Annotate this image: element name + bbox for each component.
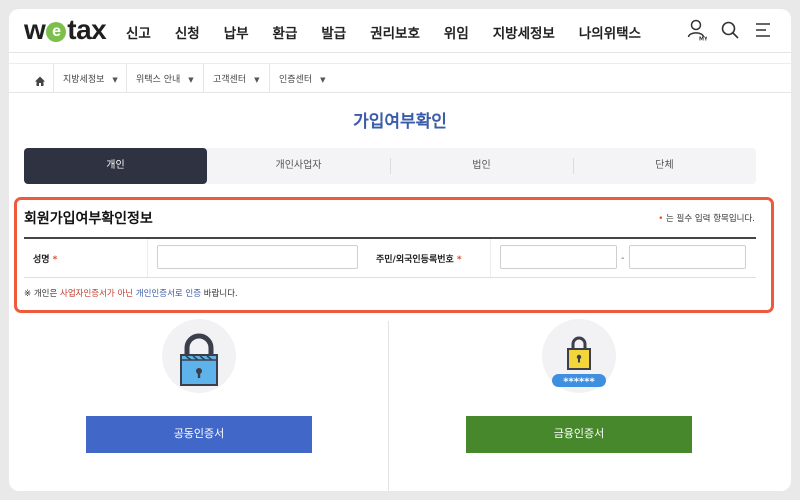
- nav-item-refund[interactable]: 환급: [273, 22, 298, 42]
- notice-blue-text: 개인인증서로 인증: [133, 289, 202, 299]
- breadcrumb-label: 위택스 안내: [136, 75, 181, 85]
- nav-item-report[interactable]: 신고: [126, 22, 151, 42]
- form-top-border: [24, 237, 756, 239]
- wetax-logo[interactable]: w e tax: [24, 14, 107, 46]
- label-column-divider: [147, 239, 148, 277]
- notice-suffix: 바랍니다.: [201, 289, 238, 299]
- name-label: 성명 *: [33, 252, 57, 265]
- tab-sole-proprietor[interactable]: 개인사업자: [207, 148, 390, 184]
- nav-item-my-wetax[interactable]: 나의위택스: [579, 22, 641, 42]
- nav-item-pay[interactable]: 납부: [224, 22, 249, 42]
- caret-down-icon: ▼: [112, 76, 118, 84]
- user-my-icon[interactable]: MY: [687, 19, 707, 41]
- nav-item-delegate[interactable]: 위임: [444, 22, 469, 42]
- lock-icon: [180, 333, 218, 386]
- nav-item-issue[interactable]: 발급: [321, 22, 346, 42]
- label-column-divider: [490, 239, 491, 277]
- my-text: MY: [699, 37, 707, 42]
- tab-corporation[interactable]: 법인: [390, 148, 573, 184]
- joint-certificate-button[interactable]: 공동인증서: [86, 416, 312, 453]
- breadcrumb-label: 지방세정보: [63, 75, 105, 85]
- notice-prefix: ※ 개인은: [24, 289, 60, 299]
- tab-individual[interactable]: 개인: [24, 148, 207, 184]
- required-star: *: [456, 255, 462, 265]
- id-number-dash: -: [621, 253, 625, 264]
- nav-item-apply[interactable]: 신청: [175, 22, 200, 42]
- name-input[interactable]: [157, 245, 358, 269]
- id-number-label: 주민/외국인등록번호 *: [376, 252, 462, 265]
- breadcrumb: 지방세정보 ▼ 위택스 안내 ▼ 고객센터 ▼ 인증센터 ▼: [9, 63, 791, 93]
- id-number-label-text: 주민/외국인등록번호: [376, 255, 454, 265]
- id-number-back-input[interactable]: [629, 245, 746, 269]
- caret-down-icon: ▼: [188, 76, 194, 84]
- form-title: 회원가입여부확인정보: [24, 211, 153, 227]
- financial-certificate-button[interactable]: 금융인증서: [466, 416, 692, 453]
- breadcrumb-divider: [203, 64, 204, 93]
- notice-red-text: 사업자인증서가 아닌: [60, 289, 134, 299]
- nav-item-rights[interactable]: 권리보호: [370, 22, 420, 42]
- breadcrumb-item[interactable]: 지방세정보 ▼: [63, 72, 118, 85]
- main-nav: 신고 신청 납부 환급 발급 권리보호 위임 지방세정보 나의위택스: [126, 22, 665, 42]
- logo-e-circle: e: [46, 22, 67, 42]
- site-header: w e tax 신고 신청 납부 환급 발급 권리보호 위임 지방세정보 나의위택스…: [9, 9, 791, 53]
- nav-item-local-tax-info[interactable]: 지방세정보: [493, 22, 555, 42]
- page-title: 가입여부확인: [353, 112, 447, 132]
- breadcrumb-label: 인증센터: [279, 75, 313, 85]
- breadcrumb-item[interactable]: 위택스 안내 ▼: [136, 72, 194, 85]
- breadcrumb-item[interactable]: 고객센터 ▼: [213, 72, 260, 85]
- required-note-text: 는 필수 입력 항목입니다.: [665, 214, 755, 224]
- notice-text: ※ 개인은 사업자인증서가 아닌 개인인증서로 인증 바랍니다.: [24, 287, 238, 299]
- browser-frame: w e tax 신고 신청 납부 환급 발급 권리보호 위임 지방세정보 나의위택스…: [9, 9, 791, 491]
- caret-down-icon: ▼: [320, 76, 326, 84]
- breadcrumb-divider: [269, 64, 270, 93]
- password-mask-text: ******: [563, 377, 595, 388]
- financial-cert-badge: ******: [542, 319, 616, 393]
- form-bottom-border: [24, 277, 756, 278]
- breadcrumb-item[interactable]: 인증센터 ▼: [279, 72, 326, 85]
- logo-w: w: [24, 14, 46, 45]
- header-icons: MY: [687, 19, 773, 41]
- required-star: *: [52, 255, 58, 265]
- cert-divider: [388, 321, 389, 491]
- tab-organization[interactable]: 단체: [573, 148, 756, 184]
- breadcrumb-divider: [53, 64, 54, 93]
- required-note: • 는 필수 입력 항목입니다.: [658, 212, 755, 224]
- lock-password-icon: ******: [552, 336, 606, 388]
- required-dot: •: [658, 214, 664, 224]
- breadcrumb-label: 고객센터: [213, 75, 247, 85]
- joint-cert-badge: [162, 319, 236, 393]
- menu-icon[interactable]: [753, 19, 773, 41]
- home-icon[interactable]: [34, 72, 46, 91]
- member-type-tabs: 개인 개인사업자 법인 단체: [24, 148, 756, 184]
- caret-down-icon: ▼: [254, 76, 260, 84]
- logo-tax: tax: [67, 14, 107, 45]
- breadcrumb-divider: [126, 64, 127, 93]
- name-label-text: 성명: [33, 255, 50, 265]
- id-number-front-input[interactable]: [500, 245, 617, 269]
- search-icon[interactable]: [720, 19, 740, 41]
